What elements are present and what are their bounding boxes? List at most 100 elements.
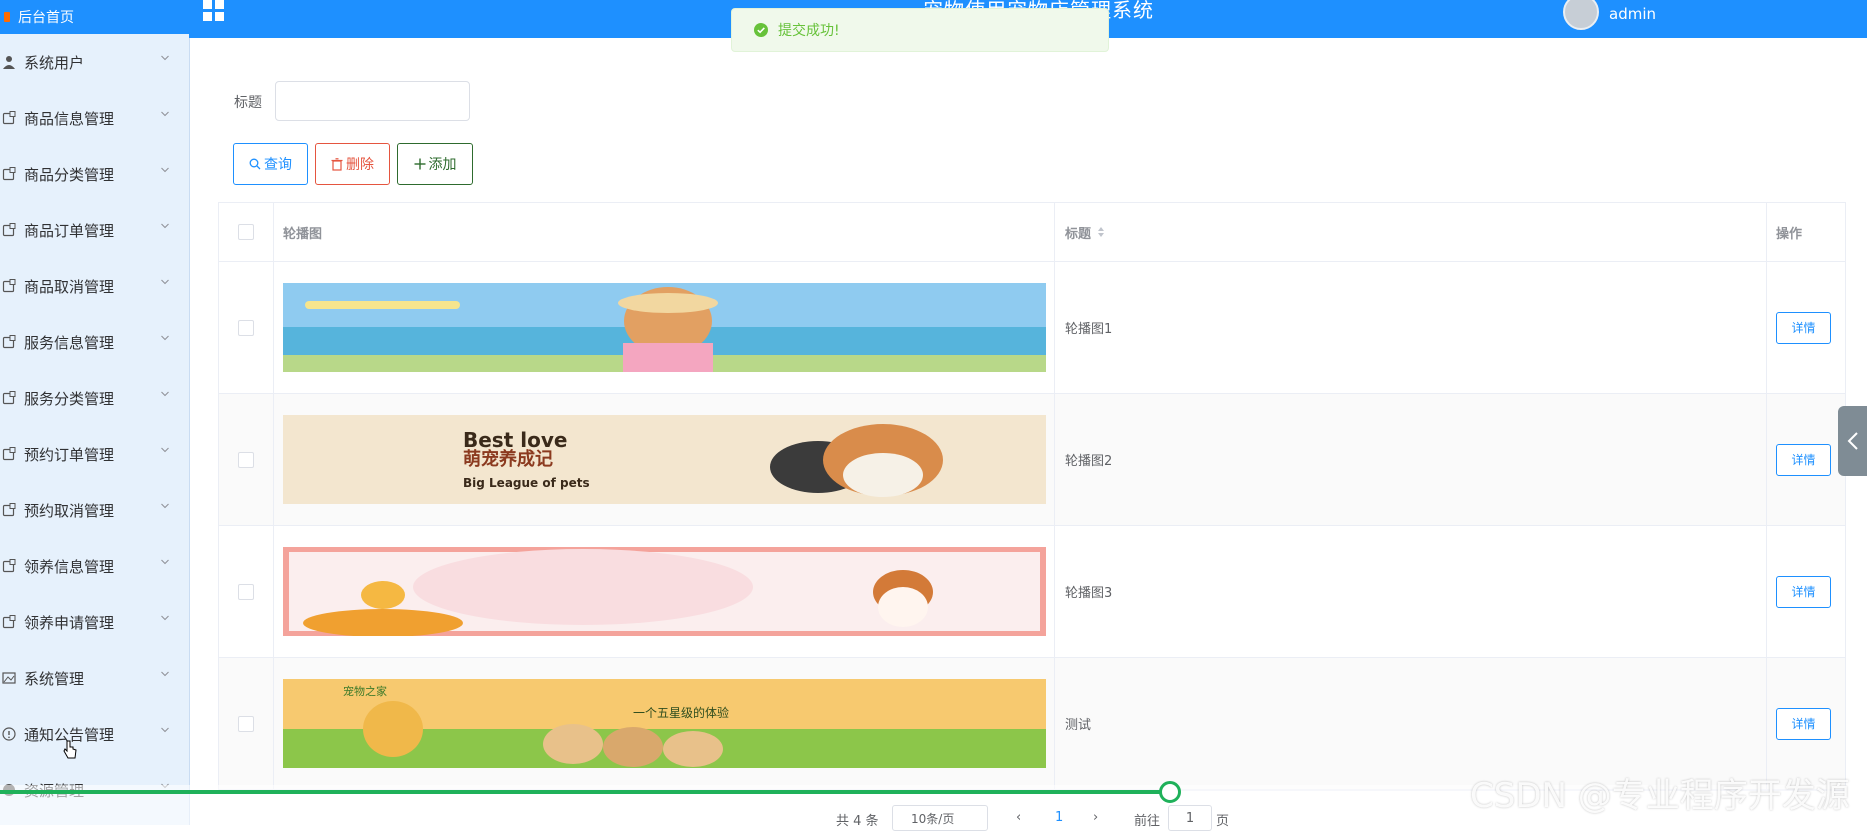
banner-cell [274, 262, 1055, 393]
banner-cell: Best love 萌宠养成记 Big League of pets [274, 394, 1055, 525]
doc-icon [2, 111, 16, 125]
plus-icon [414, 158, 425, 170]
banner-text-2: 一个五星级的体验 [633, 705, 729, 720]
banner-cell: 宠物之家 一个五星级的体验 [274, 658, 1055, 789]
sidebar-item-label: 服务分类管理 [24, 389, 115, 408]
collapse-tab[interactable] [1838, 406, 1867, 476]
row-op-cell: 详情 [1767, 394, 1845, 525]
data-table: 轮播图 标题 操作 轮播图1 详情 Best love 萌宠养成记 Big Le… [218, 202, 1846, 791]
row-op-cell: 详情 [1767, 526, 1845, 657]
detail-button[interactable]: 详情 [1776, 311, 1831, 344]
table-row: Best love 萌宠养成记 Big League of pets 轮播图2 … [219, 394, 1845, 526]
video-progress-knob[interactable] [1159, 781, 1181, 803]
add-button-label: 添加 [428, 157, 457, 173]
sidebar-item[interactable]: 系统管理 [0, 650, 189, 706]
chevron-down-icon [161, 167, 169, 173]
sidebar-item[interactable]: 商品订单管理 [0, 202, 189, 258]
row-title: 轮播图1 [1055, 262, 1767, 393]
detail-button[interactable]: 详情 [1776, 707, 1831, 740]
chevron-down-icon [161, 447, 169, 453]
doc-icon [2, 559, 16, 573]
detail-button[interactable]: 详情 [1776, 575, 1831, 608]
sidebar-item[interactable]: 服务信息管理 [0, 314, 189, 370]
page-size-select[interactable]: 10条/页 [892, 805, 988, 831]
chevron-down-icon [161, 335, 169, 341]
search-button[interactable]: 查询 [233, 143, 308, 185]
sidebar-item[interactable]: 商品取消管理 [0, 258, 189, 314]
header-title-label: 标题 [1065, 226, 1092, 242]
search-title-label: 标题 [234, 95, 262, 111]
sidebar-item-label: 商品取消管理 [24, 277, 115, 296]
doc-icon [2, 223, 16, 237]
select-all-checkbox[interactable] [238, 224, 254, 240]
detail-button[interactable]: 详情 [1776, 443, 1831, 476]
chevron-down-icon [161, 727, 169, 733]
row-check-cell [219, 262, 274, 393]
sidebar: 后台首页 系统用户 商品信息管理商品分类管理 商品订单管理 商品取消管理服务信息管理服… [0, 0, 190, 825]
banner-cell [274, 526, 1055, 657]
table-row: 轮播图3 详情 [219, 526, 1845, 658]
doc-icon [2, 279, 16, 293]
sidebar-home-label: 后台首页 [18, 10, 74, 26]
delete-button[interactable]: 删除 [315, 143, 390, 185]
video-progress-bar[interactable] [0, 790, 1170, 794]
row-title: 轮播图3 [1055, 526, 1767, 657]
search-icon [249, 158, 261, 170]
goto-page-input[interactable]: 1 [1168, 805, 1212, 831]
row-check-cell [219, 394, 274, 525]
table-row: 轮播图1 详情 [219, 262, 1845, 394]
watermark: CSDN @专业程序开发源 [1470, 776, 1850, 816]
goto-prefix: 前往 [1134, 814, 1161, 829]
row-checkbox[interactable] [238, 715, 254, 732]
success-toast: 提交成功! [731, 8, 1109, 52]
row-checkbox[interactable] [238, 319, 254, 336]
sidebar-item-label: 预约订单管理 [24, 445, 115, 464]
search-title-input[interactable] [275, 81, 470, 121]
header-title[interactable]: 标题 [1055, 203, 1767, 261]
sort-icon[interactable] [1097, 226, 1105, 238]
user-name[interactable]: admin [1609, 5, 1656, 23]
current-page[interactable]: 1 [1055, 810, 1063, 825]
doc-icon [2, 447, 16, 461]
banner-image [283, 547, 1046, 636]
banner-text-3: Big League of pets [463, 476, 590, 490]
sidebar-item[interactable]: 通知公告管理 [0, 706, 189, 762]
doc-icon [2, 615, 16, 629]
chevron-down-icon [161, 111, 169, 117]
sidebar-item-label: 系统管理 [24, 669, 85, 688]
row-op-cell: 详情 [1767, 262, 1845, 393]
home-icon [4, 12, 10, 22]
sidebar-item-label: 商品分类管理 [24, 165, 115, 184]
sidebar-home-link[interactable]: 后台首页 [0, 0, 189, 34]
doc-icon [2, 335, 16, 349]
chevron-down-icon [161, 503, 169, 509]
chevron-down-icon [161, 671, 169, 677]
sidebar-item[interactable]: 商品信息管理 [0, 90, 189, 146]
sidebar-item[interactable]: 领养信息管理 [0, 538, 189, 594]
banner-text-1: 宠物之家 [343, 684, 387, 698]
sidebar-item[interactable]: 预约订单管理 [0, 426, 189, 482]
doc-icon [2, 503, 16, 517]
prev-page-icon[interactable]: ‹ [1016, 810, 1021, 825]
row-checkbox[interactable] [238, 583, 254, 600]
avatar[interactable] [1563, 0, 1599, 30]
sidebar-item[interactable]: 领养申请管理 [0, 594, 189, 650]
sidebar-item[interactable]: 预约取消管理 [0, 482, 189, 538]
next-page-icon[interactable]: › [1093, 810, 1098, 825]
user-icon [3, 56, 15, 69]
chevron-down-icon [161, 223, 169, 229]
add-button[interactable]: 添加 [397, 143, 473, 185]
banner-image: 宠物之家 一个五星级的体验 [283, 679, 1046, 768]
sidebar-item[interactable]: 系统用户 [0, 34, 189, 90]
sidebar-item-label: 商品订单管理 [24, 221, 115, 240]
sidebar-item[interactable]: 商品分类管理 [0, 146, 189, 202]
row-check-cell [219, 526, 274, 657]
banner-text-2: 萌宠养成记 [463, 448, 553, 470]
search-button-label: 查询 [264, 157, 292, 173]
row-checkbox[interactable] [238, 451, 254, 468]
hand-cursor-icon [63, 740, 77, 759]
grid-menu-icon[interactable] [203, 0, 225, 22]
banner-image: Best love 萌宠养成记 Big League of pets [283, 415, 1046, 504]
row-check-cell [219, 658, 274, 789]
sidebar-item[interactable]: 服务分类管理 [0, 370, 189, 426]
